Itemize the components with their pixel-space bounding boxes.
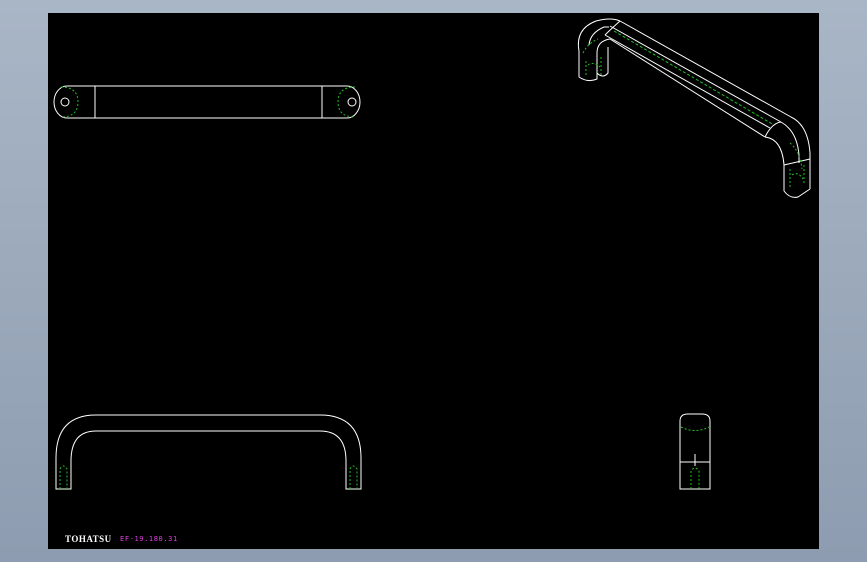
side-view-outline bbox=[679, 413, 711, 490]
side-view-top-hidden bbox=[680, 426, 710, 431]
isometric-view bbox=[577, 18, 811, 198]
iso-right-bend-mid bbox=[780, 121, 800, 163]
iso-right-leg bbox=[783, 158, 811, 198]
bolt-hole-left bbox=[60, 97, 70, 107]
front-view-tap-left bbox=[59, 465, 68, 489]
iso-left-hidden bbox=[582, 38, 602, 77]
bolt-hole-right bbox=[347, 97, 357, 107]
iso-left-bend-outer bbox=[577, 18, 621, 52]
front-view-tap-right bbox=[349, 465, 358, 489]
iso-right-bend-outer bbox=[790, 116, 811, 189]
iso-bar-hidden-line bbox=[613, 30, 775, 126]
iso-bar-bottom-edge bbox=[609, 38, 766, 138]
side-view-tap bbox=[690, 467, 700, 489]
title-block-part-number: EF-19.180.31 bbox=[120, 535, 178, 543]
front-view-outline bbox=[55, 414, 362, 490]
iso-bar-lower-edge bbox=[604, 34, 771, 129]
top-view-outline bbox=[53, 85, 361, 119]
iso-bar-top-edge bbox=[619, 20, 792, 118]
top-view-bend-right bbox=[337, 86, 356, 118]
cad-drawing bbox=[53, 18, 811, 490]
front-view bbox=[55, 414, 362, 490]
iso-seam-right bbox=[764, 121, 782, 138]
drawing-sheet: TOHATSU EF-19.180.31 bbox=[48, 13, 819, 549]
top-view bbox=[53, 85, 361, 119]
iso-seam-left bbox=[604, 20, 621, 36]
iso-right-bend-inner bbox=[764, 136, 785, 191]
iso-right-hidden bbox=[789, 142, 805, 189]
title-block-brand: TOHATSU bbox=[65, 534, 112, 544]
iso-bar-upper-edge bbox=[609, 25, 782, 123]
side-view bbox=[679, 413, 711, 490]
